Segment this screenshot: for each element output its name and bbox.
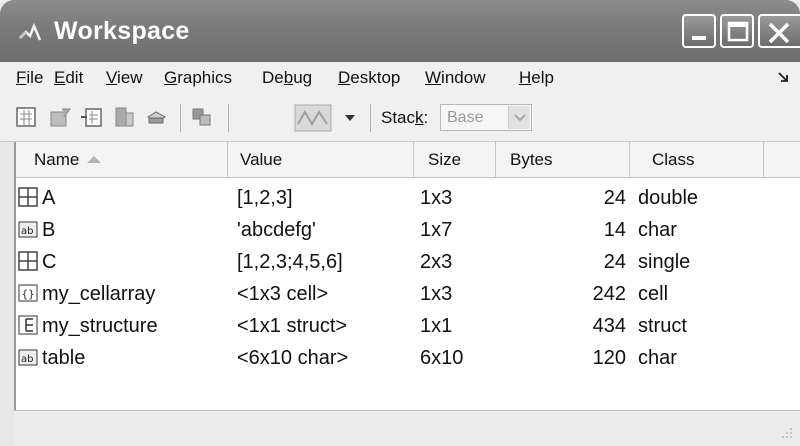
variable-value: [1,2,3] [237, 187, 293, 209]
variable-name: table [42, 347, 86, 369]
variable-bytes: 242 [592, 283, 626, 305]
column-header-class[interactable]: Class [630, 142, 764, 178]
table-row[interactable]: C [1,2,3;4,5,6] 2x3 24 single [16, 246, 800, 278]
column-header-value[interactable]: Value [228, 142, 414, 178]
delete-variable-icon[interactable] [190, 105, 214, 129]
chevron-down-icon [514, 114, 526, 122]
title-bar[interactable]: Workspace [0, 0, 800, 62]
minimize-icon [692, 36, 706, 40]
menu-edit[interactable]: Edit [54, 68, 83, 88]
resize-grip-icon[interactable] [780, 426, 794, 440]
menu-file[interactable]: File [16, 68, 43, 88]
status-bar [14, 410, 800, 446]
struct-icon [18, 315, 38, 335]
table-row[interactable]: {} my_cellarray <1x3 cell> 1x3 242 cell [16, 278, 800, 310]
save-workspace-icon[interactable] [112, 105, 136, 129]
variable-name: A [42, 187, 56, 209]
minimize-button[interactable] [682, 14, 716, 48]
matrix-icon [18, 187, 38, 207]
variable-bytes: 24 [603, 251, 626, 273]
variable-value: <6x10 char> [237, 347, 349, 369]
sort-ascending-icon [87, 156, 102, 163]
import-data-icon[interactable] [80, 105, 104, 129]
new-variable-icon[interactable] [14, 105, 38, 129]
variable-name: B [42, 219, 56, 241]
svg-text:ab: ab [21, 226, 33, 237]
cell-icon: {} [18, 284, 38, 302]
open-variable-icon[interactable] [48, 105, 72, 129]
menu-window[interactable]: Window [425, 68, 485, 88]
stack-dropdown[interactable]: Base [440, 104, 532, 131]
stack-label: Stack: [381, 108, 429, 127]
menu-bar: File Edit View Graphics Debug Desktop Wi… [0, 62, 800, 94]
plot-selection-icon[interactable] [294, 104, 332, 132]
variable-name: C [42, 251, 57, 273]
matrix-icon [18, 251, 38, 271]
column-header-bytes[interactable]: Bytes [496, 142, 630, 178]
menu-debug[interactable]: Debug [262, 68, 312, 88]
char-icon: ab [18, 221, 38, 238]
left-border [0, 142, 14, 446]
menu-graphics[interactable]: Graphics [164, 68, 232, 88]
column-header-size[interactable]: Size [414, 142, 496, 178]
svg-text:ab: ab [21, 354, 33, 365]
toolbar-separator [228, 104, 229, 132]
variable-value: <1x3 cell> [237, 283, 329, 305]
variable-size: 1x7 [420, 219, 453, 241]
stack-dropdown-button[interactable] [508, 106, 530, 129]
variable-class: single [638, 251, 691, 273]
variable-value: 'abcdefg' [237, 219, 316, 241]
undock-arrow-icon[interactable] [776, 69, 792, 85]
variable-size: 1x1 [420, 315, 453, 337]
menu-view[interactable]: View [106, 68, 143, 88]
variable-size: 2x3 [420, 251, 453, 273]
variable-size: 1x3 [420, 187, 453, 209]
svg-text:{}: {} [22, 288, 35, 301]
close-icon [768, 22, 790, 44]
table-row[interactable]: my_structure <1x1 struct> 1x1 434 struct [16, 310, 800, 342]
variable-class: char [638, 219, 677, 241]
toolbar-separator [370, 104, 371, 132]
variable-class: struct [638, 315, 687, 337]
variable-bytes: 24 [603, 187, 626, 209]
workspace-window: Workspace File Edit View Graphics Debug … [0, 0, 800, 446]
stack-value: Base [447, 109, 484, 126]
variable-value: [1,2,3;4,5,6] [237, 251, 343, 273]
menu-desktop[interactable]: Desktop [338, 68, 400, 88]
table-row[interactable]: ab B 'abcdefg' 1x7 14 char [16, 214, 800, 246]
workspace-table: Name Value Size Bytes Class A [1,2,3] 1x… [14, 142, 800, 410]
print-icon[interactable] [144, 105, 168, 129]
variable-bytes: 14 [603, 219, 626, 241]
toolbar-separator [180, 104, 181, 132]
table-header: Name Value Size Bytes Class [16, 142, 800, 178]
table-row[interactable]: A [1,2,3] 1x3 24 double [16, 182, 800, 214]
variable-class: double [638, 187, 699, 209]
variable-size: 6x10 [420, 347, 464, 369]
variable-size: 1x3 [420, 283, 453, 305]
maximize-icon [727, 21, 749, 42]
window-title: Workspace [54, 17, 190, 45]
variable-class: cell [638, 283, 669, 305]
matlab-logo-icon [18, 22, 42, 41]
plot-dropdown-arrow-icon[interactable] [344, 114, 356, 122]
variable-bytes: 434 [592, 315, 626, 337]
table-row[interactable]: ab table <6x10 char> 6x10 120 char [16, 342, 800, 374]
toolbar: Stack: Base [0, 94, 800, 142]
column-header-name[interactable]: Name [16, 142, 228, 178]
variable-name: my_structure [42, 315, 158, 337]
menu-help[interactable]: Help [519, 68, 554, 88]
variable-value: <1x1 struct> [237, 315, 348, 337]
variable-name: my_cellarray [42, 283, 156, 305]
variable-class: char [638, 347, 677, 369]
variable-bytes: 120 [592, 347, 626, 369]
close-button[interactable] [758, 14, 800, 48]
maximize-button[interactable] [720, 14, 754, 48]
char-icon: ab [18, 349, 38, 366]
